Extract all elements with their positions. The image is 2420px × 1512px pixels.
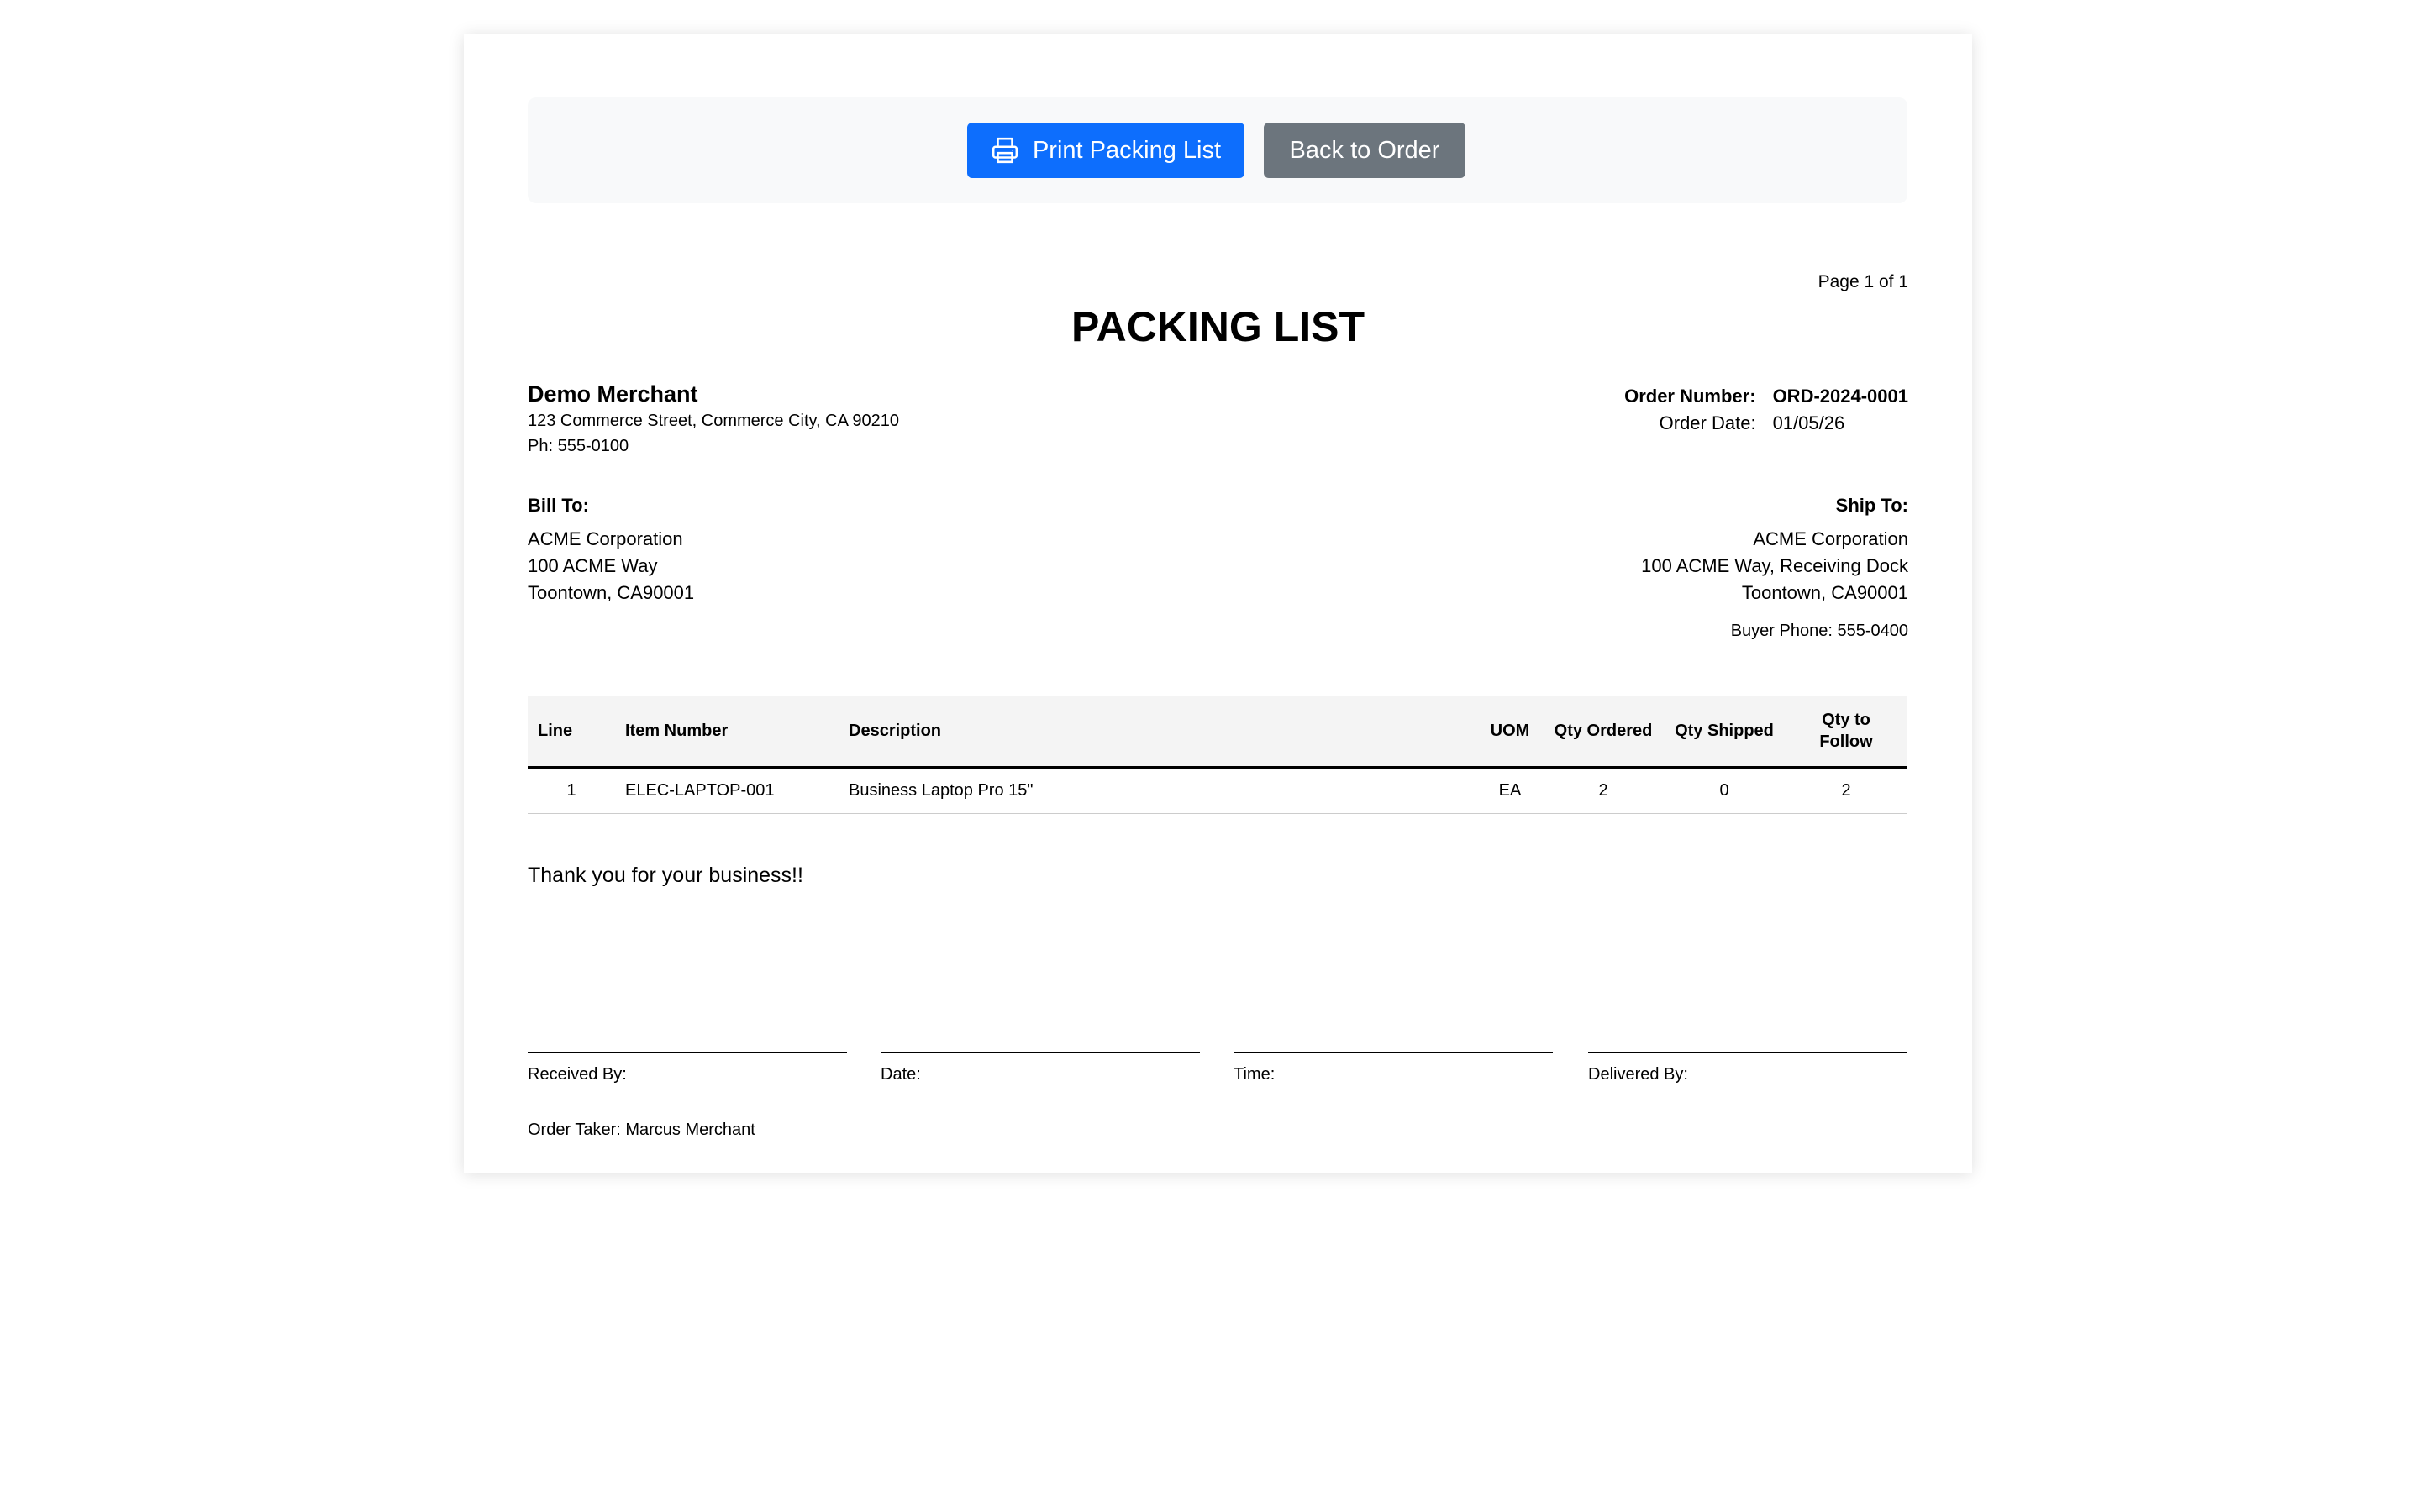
print-button-label: Print Packing List xyxy=(1032,136,1222,164)
col-header-item-number: Item Number xyxy=(615,696,839,769)
order-number-value: ORD-2024-0001 xyxy=(1772,386,1908,407)
order-date-label: Order Date: xyxy=(1659,412,1756,433)
col-header-description: Description xyxy=(839,696,1477,769)
signature-date: Date: xyxy=(881,1052,1200,1084)
order-info: Order Number: ORD-2024-0001 Order Date: … xyxy=(1624,383,1908,437)
signature-delivered-by: Delivered By: xyxy=(1588,1052,1907,1084)
ship-to-heading: Ship To: xyxy=(1835,495,1908,516)
signature-label: Time: xyxy=(1234,1065,1276,1084)
col-header-qty-shipped: Qty Shipped xyxy=(1664,696,1785,769)
cell-uom: EA xyxy=(1477,768,1543,814)
cell-description: Business Laptop Pro 15" xyxy=(839,768,1477,814)
merchant-phone: Ph: 555-0100 xyxy=(528,437,629,455)
page-title: PACKING LIST xyxy=(1071,303,1365,350)
ship-to-name: ACME Corporation xyxy=(1753,528,1908,549)
col-header-uom: UOM xyxy=(1477,696,1543,769)
order-taker: Order Taker: Marcus Merchant xyxy=(528,1121,755,1139)
cell-qty-ordered: 2 xyxy=(1543,768,1664,814)
signature-received-by: Received By: xyxy=(528,1052,847,1084)
bill-to-block: Bill To: ACME Corporation 100 ACME Way T… xyxy=(528,492,694,606)
col-header-qty-to-follow: Qty to Follow xyxy=(1785,696,1907,769)
signature-line xyxy=(528,1052,847,1053)
bill-to-heading: Bill To: xyxy=(528,495,589,516)
col-header-qty-ordered: Qty Ordered xyxy=(1543,696,1664,769)
back-button-label: Back to Order xyxy=(1289,136,1440,164)
bill-to-street: 100 ACME Way xyxy=(528,555,658,576)
table-row: 1 ELEC-LAPTOP-001 Business Laptop Pro 15… xyxy=(528,768,1907,814)
col-header-line: Line xyxy=(528,696,615,769)
print-packing-list-button[interactable]: Print Packing List xyxy=(967,123,1244,178)
signature-time: Time: xyxy=(1234,1052,1553,1084)
order-number-label: Order Number: xyxy=(1624,386,1756,407)
bill-to-name: ACME Corporation xyxy=(528,528,683,549)
merchant-name: Demo Merchant xyxy=(528,381,698,407)
cell-item-number: ELEC-LAPTOP-001 xyxy=(615,768,839,814)
merchant-info: Demo Merchant 123 Commerce Street, Comme… xyxy=(528,380,899,459)
items-table: Line Item Number Description UOM Qty Ord… xyxy=(528,696,1907,814)
merchant-address: 123 Commerce Street, Commerce City, CA 9… xyxy=(528,412,900,430)
ship-to-block: Ship To: ACME Corporation 100 ACME Way, … xyxy=(1641,492,1908,606)
thank-you-note: Thank you for your business!! xyxy=(528,864,803,887)
ship-to-city: Toontown, CA90001 xyxy=(1741,582,1908,603)
signature-line xyxy=(1588,1052,1907,1053)
order-date-value: 01/05/26 xyxy=(1772,412,1845,433)
signature-label: Delivered By: xyxy=(1588,1065,1688,1084)
signature-label: Date: xyxy=(881,1065,921,1084)
back-to-order-button[interactable]: Back to Order xyxy=(1264,123,1465,178)
bill-to-city: Toontown, CA90001 xyxy=(528,582,695,603)
signature-line xyxy=(881,1052,1200,1053)
printer-icon xyxy=(992,137,1018,164)
signature-line xyxy=(1234,1052,1553,1053)
items-table-header: Line Item Number Description UOM Qty Ord… xyxy=(528,696,1907,769)
packing-list-sheet: Print Packing List Back to Order Page 1 … xyxy=(464,34,1972,1173)
cell-qty-to-follow: 2 xyxy=(1785,768,1907,814)
action-toolbar: Print Packing List Back to Order xyxy=(528,97,1907,203)
page-number: Page 1 of 1 xyxy=(1818,272,1908,291)
cell-line: 1 xyxy=(528,768,615,814)
buyer-phone: Buyer Phone: 555-0400 xyxy=(1730,622,1908,640)
signature-label: Received By: xyxy=(528,1065,627,1084)
ship-to-street: 100 ACME Way, Receiving Dock xyxy=(1641,555,1908,576)
cell-qty-shipped: 0 xyxy=(1664,768,1785,814)
